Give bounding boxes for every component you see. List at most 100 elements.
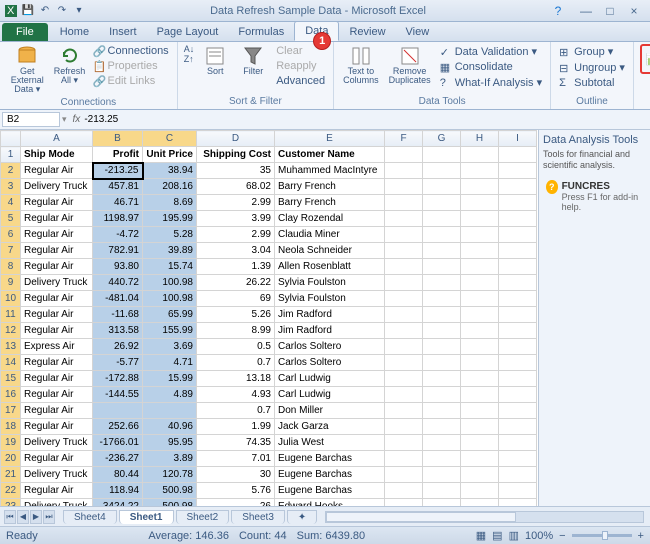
cell-I22[interactable] [499,483,537,499]
excel-icon[interactable]: X [4,4,18,18]
cell-E14[interactable]: Carlos Soltero [275,355,385,371]
advanced-button[interactable]: Advanced [274,74,327,88]
cell-G21[interactable] [423,467,461,483]
get-external-data-button[interactable]: Get External Data ▾ [6,44,49,96]
cell-H13[interactable] [461,339,499,355]
cell-I23[interactable] [499,499,537,507]
cell-A11[interactable]: Regular Air [21,307,93,323]
tab-file[interactable]: File [2,23,48,41]
cell-A2[interactable]: Regular Air [21,163,93,179]
col-header-E[interactable]: E [275,131,385,147]
refresh-all-button[interactable]: Refresh All ▾ [53,44,87,87]
cell-F11[interactable] [385,307,423,323]
row-header-7[interactable]: 7 [1,243,21,259]
cell-F4[interactable] [385,195,423,211]
cell-I12[interactable] [499,323,537,339]
cell-E5[interactable]: Clay Rozendal [275,211,385,227]
cell-H21[interactable] [461,467,499,483]
cell-C7[interactable]: 39.89 [143,243,197,259]
cell-A15[interactable]: Regular Air [21,371,93,387]
cell-H23[interactable] [461,499,499,507]
cell-C13[interactable]: 3.69 [143,339,197,355]
cell-G10[interactable] [423,291,461,307]
row-header-8[interactable]: 8 [1,259,21,275]
cell-F2[interactable] [385,163,423,179]
header-cell-F[interactable] [385,147,423,163]
cell-B21[interactable]: 80.44 [93,467,143,483]
cell-C8[interactable]: 15.74 [143,259,197,275]
zoom-slider[interactable] [572,534,632,537]
cell-F17[interactable] [385,403,423,419]
cell-A3[interactable]: Delivery Truck [21,179,93,195]
cell-F7[interactable] [385,243,423,259]
filter-button[interactable]: Filter [236,44,270,78]
cell-D14[interactable]: 0.7 [197,355,275,371]
cell-F21[interactable] [385,467,423,483]
text-to-columns-button[interactable]: Text to Columns [340,44,382,87]
cell-A18[interactable]: Regular Air [21,419,93,435]
row-header-23[interactable]: 23 [1,499,21,507]
cell-E15[interactable]: Carl Ludwig [275,371,385,387]
cell-E10[interactable]: Sylvia Foulston [275,291,385,307]
cell-G17[interactable] [423,403,461,419]
remove-duplicates-button[interactable]: Remove Duplicates [386,44,434,87]
sort-button[interactable]: Sort [198,44,232,78]
cell-F20[interactable] [385,451,423,467]
cell-C10[interactable]: 100.98 [143,291,197,307]
cell-F18[interactable] [385,419,423,435]
cell-H10[interactable] [461,291,499,307]
cell-A5[interactable]: Regular Air [21,211,93,227]
cell-C5[interactable]: 195.99 [143,211,197,227]
cell-B22[interactable]: 118.94 [93,483,143,499]
view-layout-icon[interactable]: ▤ [492,529,502,542]
row-header-14[interactable]: 14 [1,355,21,371]
cell-H20[interactable] [461,451,499,467]
cell-A13[interactable]: Express Air [21,339,93,355]
cell-I9[interactable] [499,275,537,291]
cell-I19[interactable] [499,435,537,451]
cell-G18[interactable] [423,419,461,435]
cell-H18[interactable] [461,419,499,435]
col-header-D[interactable]: D [197,131,275,147]
cell-E11[interactable]: Jim Radford [275,307,385,323]
cell-D9[interactable]: 26.22 [197,275,275,291]
cell-E13[interactable]: Carlos Soltero [275,339,385,355]
cell-H6[interactable] [461,227,499,243]
cell-A17[interactable]: Regular Air [21,403,93,419]
cell-I8[interactable] [499,259,537,275]
col-header-F[interactable]: F [385,131,423,147]
cell-A14[interactable]: Regular Air [21,355,93,371]
connections-button[interactable]: 🔗Connections [91,44,171,58]
row-header-15[interactable]: 15 [1,371,21,387]
col-header-C[interactable]: C [143,131,197,147]
redo-icon[interactable]: ↷ [55,4,69,18]
cell-A16[interactable]: Regular Air [21,387,93,403]
row-header-11[interactable]: 11 [1,307,21,323]
cell-G3[interactable] [423,179,461,195]
first-sheet-icon[interactable]: ⏮ [4,510,16,524]
cell-C6[interactable]: 5.28 [143,227,197,243]
prev-sheet-icon[interactable]: ◀ [17,510,29,524]
consolidate-button[interactable]: ▦Consolidate [438,60,544,74]
cell-G12[interactable] [423,323,461,339]
cell-I6[interactable] [499,227,537,243]
cell-I17[interactable] [499,403,537,419]
cell-C15[interactable]: 15.99 [143,371,197,387]
cell-G4[interactable] [423,195,461,211]
formula-input[interactable]: -213.25 [84,114,118,125]
edit-links-button[interactable]: 🔗Edit Links [91,74,171,88]
horizontal-scrollbar[interactable] [325,511,644,523]
col-header-I[interactable]: I [499,131,537,147]
cell-G15[interactable] [423,371,461,387]
cell-G7[interactable] [423,243,461,259]
cell-D11[interactable]: 5.26 [197,307,275,323]
cell-E6[interactable]: Claudia Miner [275,227,385,243]
row-header-9[interactable]: 9 [1,275,21,291]
cell-F16[interactable] [385,387,423,403]
header-cell-B[interactable]: Profit [93,147,143,163]
data-validation-button[interactable]: ✓Data Validation ▾ [438,44,544,59]
cell-E18[interactable]: Jack Garza [275,419,385,435]
tab-home[interactable]: Home [50,23,99,41]
col-header-G[interactable]: G [423,131,461,147]
cell-B13[interactable]: 26.92 [93,339,143,355]
